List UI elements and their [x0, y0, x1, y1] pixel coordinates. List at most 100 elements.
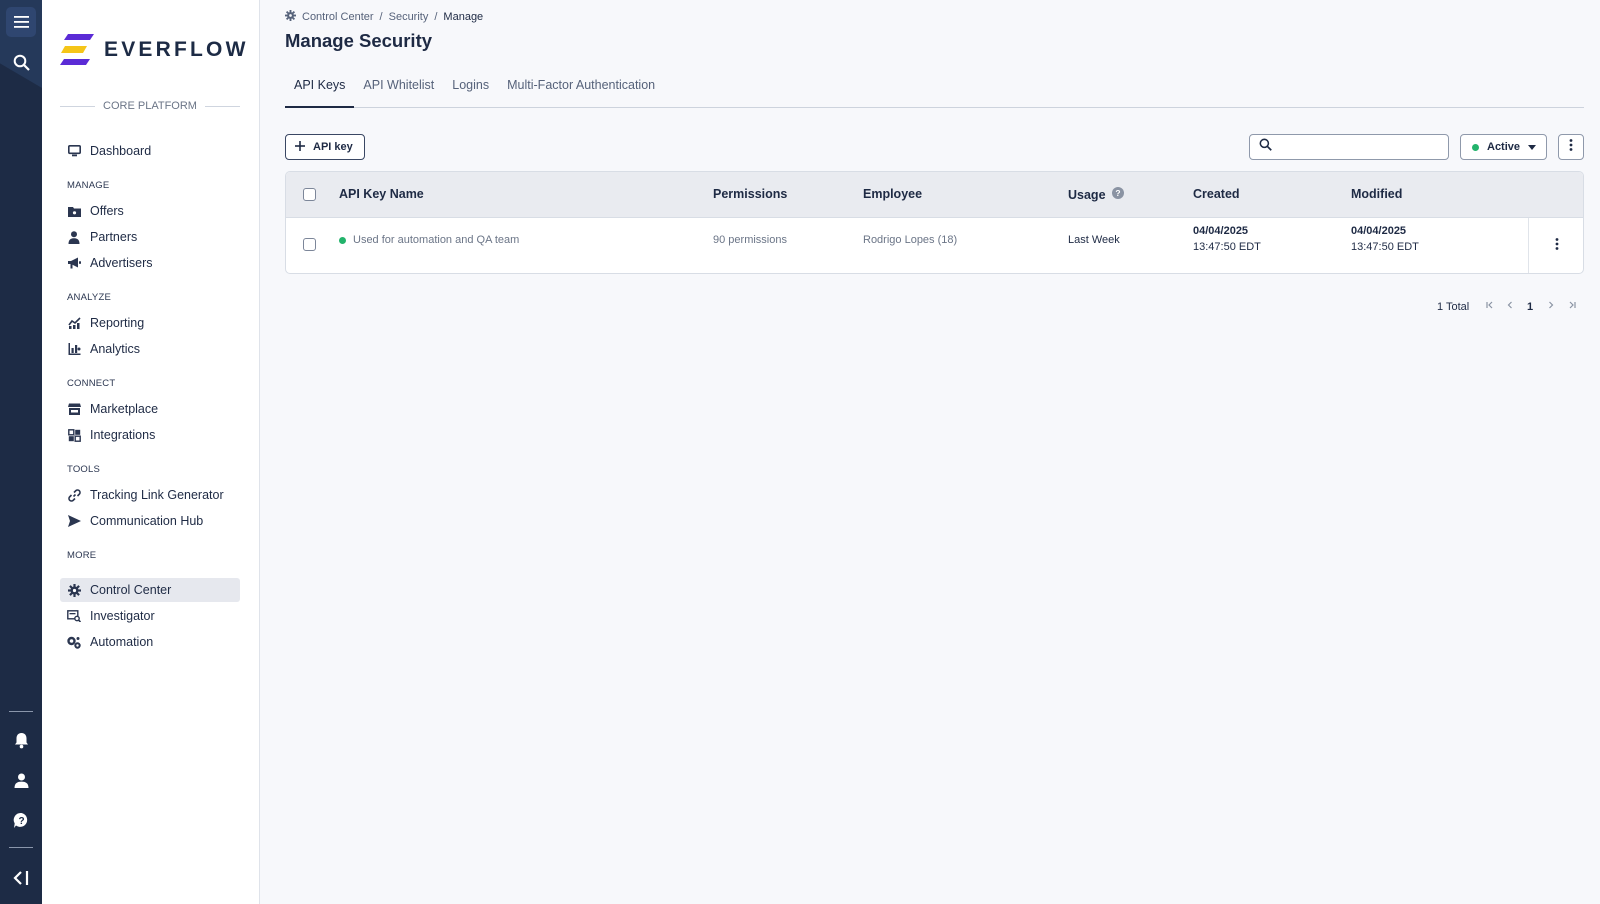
rail-divider: [9, 847, 33, 848]
everflow-logo-icon: [60, 34, 94, 65]
status-filter-dropdown[interactable]: Active: [1460, 134, 1547, 160]
column-header-api-key-name[interactable]: API Key Name: [339, 187, 424, 201]
platform-label: CORE PLATFORM: [60, 100, 241, 112]
breadcrumb-security[interactable]: Security: [389, 11, 429, 23]
sidebar-item-label: Offers: [90, 204, 124, 218]
gear-icon: [285, 10, 296, 24]
column-header-employee[interactable]: Employee: [863, 187, 922, 201]
sidebar-item-partners[interactable]: Partners: [60, 225, 240, 249]
next-page-icon[interactable]: [1548, 301, 1554, 312]
column-header-usage[interactable]: Usage ?: [1068, 187, 1124, 202]
last-page-icon[interactable]: [1567, 301, 1576, 312]
tab-multi-factor-authentication[interactable]: Multi-Factor Authentication: [498, 72, 664, 108]
brand-logo[interactable]: EVERFLOW: [60, 34, 249, 66]
table-header: API Key Name Permissions Employee Usage …: [286, 172, 1583, 218]
collapse-sidebar-icon[interactable]: [0, 858, 42, 898]
user-icon[interactable]: [0, 760, 42, 800]
bell-icon[interactable]: [0, 720, 42, 760]
sidebar-item-offers[interactable]: Offers: [60, 199, 240, 223]
sidebar-item-communication-hub[interactable]: Communication Hub: [60, 509, 240, 533]
breadcrumb-manage: Manage: [443, 11, 484, 23]
page-title: Manage Security: [285, 30, 433, 51]
tab-api-keys[interactable]: API Keys: [285, 72, 355, 108]
sidebar-item-label: Communication Hub: [90, 514, 204, 528]
api-keys-table: API Key Name Permissions Employee Usage …: [285, 171, 1584, 274]
column-header-permissions[interactable]: Permissions: [713, 187, 787, 201]
search-box[interactable]: [1249, 134, 1449, 160]
column-header-created[interactable]: Created: [1193, 187, 1240, 201]
created-time: 13:47:50 EDT: [1193, 241, 1261, 253]
add-api-key-button[interactable]: API key: [285, 134, 365, 160]
current-page[interactable]: 1: [1527, 301, 1533, 313]
sidebar-item-label: Investigator: [90, 609, 155, 623]
platform-text: CORE PLATFORM: [103, 100, 197, 112]
analytics-icon: [67, 342, 81, 356]
plus-icon: [295, 140, 305, 154]
search-icon[interactable]: [0, 42, 42, 82]
section-label-connect: CONNECT: [67, 378, 116, 389]
hamburger-menu-icon[interactable]: [0, 2, 42, 42]
help-circle-icon[interactable]: ?: [1111, 187, 1124, 202]
sidebar-item-label: Dashboard: [90, 144, 152, 158]
first-page-icon[interactable]: [1486, 301, 1495, 312]
previous-page-icon[interactable]: [1507, 301, 1513, 312]
sidebar-item-marketplace[interactable]: Marketplace: [60, 397, 240, 421]
row-actions-button[interactable]: [1528, 218, 1583, 273]
sidebar-item-reporting[interactable]: Reporting: [60, 311, 240, 335]
permissions-cell[interactable]: 90 permissions: [713, 234, 787, 246]
search-icon: [1259, 138, 1272, 156]
tab-logins[interactable]: Logins: [443, 72, 498, 108]
sidebar-item-control-center[interactable]: Control Center: [60, 578, 240, 602]
partners-icon: [67, 230, 81, 244]
sidebar-item-label: Advertisers: [90, 256, 153, 270]
sidebar-item-advertisers[interactable]: Advertisers: [60, 251, 240, 275]
column-header-modified[interactable]: Modified: [1351, 187, 1402, 201]
add-api-key-label: API key: [313, 141, 353, 153]
sidebar-item-label: Control Center: [90, 583, 172, 597]
gear-icon: [67, 583, 81, 597]
brand-name: EVERFLOW: [104, 38, 249, 61]
api-key-name[interactable]: Used for automation and QA team: [353, 234, 519, 246]
breadcrumb-separator: /: [434, 11, 438, 23]
section-label-more: MORE: [67, 550, 97, 561]
row-checkbox[interactable]: [303, 238, 316, 251]
breadcrumb-control-center[interactable]: Control Center: [302, 11, 374, 23]
sidebar-item-analytics[interactable]: Analytics: [60, 337, 240, 361]
sidebar-item-label: Integrations: [90, 428, 156, 442]
vertical-dots-icon: [1555, 237, 1559, 255]
search-input[interactable]: [1278, 141, 1448, 153]
sidebar-item-label: Analytics: [90, 342, 141, 356]
sidebar-item-integrations[interactable]: Integrations: [60, 423, 240, 447]
tab-api-whitelist[interactable]: API Whitelist: [354, 72, 443, 108]
modified-date: 04/04/2025: [1351, 225, 1407, 237]
megaphone-icon: [67, 256, 81, 270]
sidebar-item-label: Automation: [90, 635, 154, 649]
sidebar-item-label: Tracking Link Generator: [90, 488, 224, 502]
sidebar-item-automation[interactable]: Automation: [60, 630, 240, 654]
reporting-icon: [67, 316, 81, 330]
status-dot: [1472, 143, 1479, 151]
sidebar-item-label: Marketplace: [90, 402, 159, 416]
modified-time: 13:47:50 EDT: [1351, 241, 1419, 253]
svg-text:?: ?: [18, 816, 24, 827]
help-chat-icon[interactable]: ?: [0, 800, 42, 840]
column-header-usage-label: Usage: [1068, 187, 1106, 202]
caret-down-icon: [1528, 141, 1537, 153]
pagination-total: 1 Total: [1437, 301, 1470, 313]
status-filter-value: Active: [1487, 141, 1521, 153]
status-dot: [339, 236, 346, 244]
select-all-checkbox[interactable]: [303, 188, 316, 201]
sidebar-item-tracking-link-generator[interactable]: Tracking Link Generator: [60, 483, 240, 507]
api-key-name-cell[interactable]: Used for automation and QA team: [339, 234, 519, 246]
sidebar-item-dashboard[interactable]: Dashboard: [60, 139, 240, 163]
more-options-button[interactable]: [1558, 134, 1584, 160]
sidebar-item-investigator[interactable]: Investigator: [60, 604, 240, 628]
section-label-manage: MANAGE: [67, 180, 110, 191]
section-label-analyze: ANALYZE: [67, 292, 111, 303]
vertical-dots-icon: [1569, 138, 1573, 156]
integrations-icon: [67, 428, 81, 442]
monitor-icon: [67, 144, 81, 158]
employee-cell[interactable]: Rodrigo Lopes (18): [863, 234, 957, 246]
svg-text:?: ?: [1115, 188, 1120, 198]
icon-rail: ?: [0, 0, 42, 904]
